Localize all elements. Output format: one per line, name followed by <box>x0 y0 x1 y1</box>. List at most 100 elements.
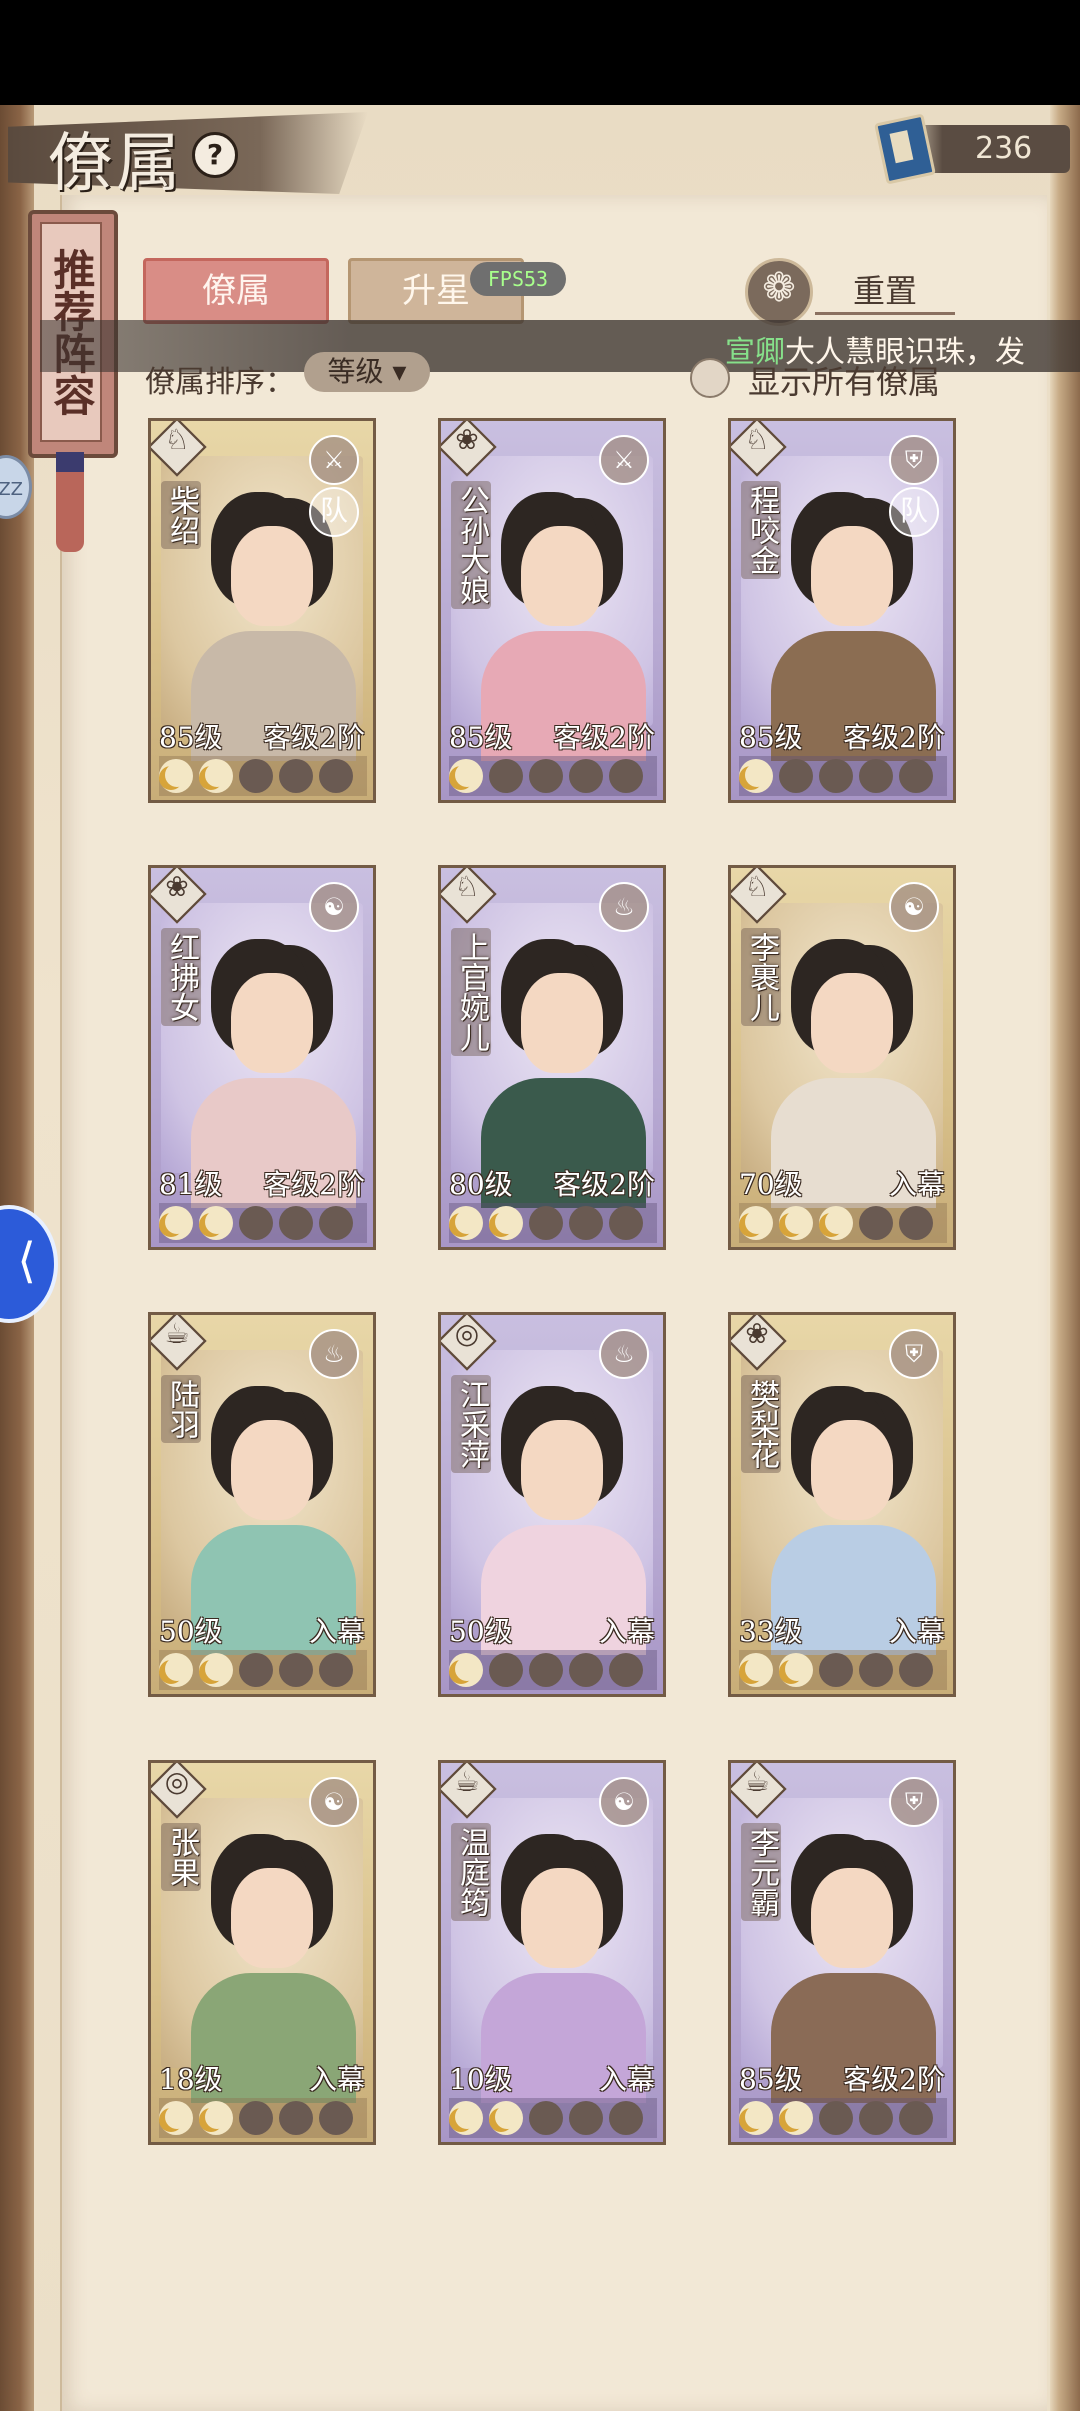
sort-label: 僚属排序： <box>145 365 295 400</box>
moon-star-filled-icon <box>199 1206 233 1240</box>
cauldron-icon: ♨ <box>309 1329 359 1379</box>
yinyang-icon: ☯ <box>309 882 359 932</box>
star-rating <box>449 1650 657 1690</box>
retainer-name: 张果 <box>161 1823 201 1891</box>
portrait-head <box>521 1420 603 1520</box>
show-all-label: 显示所有僚属 <box>748 363 941 401</box>
star-empty-icon <box>899 2101 933 2135</box>
star-empty-icon <box>529 1206 563 1240</box>
retainer-name: 温庭筠 <box>451 1823 491 1921</box>
retainer-card[interactable]: ◎ ☯ 张果 18级 入幕 <box>148 1760 376 2145</box>
moon-star-filled-icon <box>449 1653 483 1687</box>
retainer-level: 80级 <box>449 1168 513 1201</box>
moon-star-filled-icon <box>489 2101 523 2135</box>
retainer-card[interactable]: ♘ ☯ 李裹儿 70级 入幕 <box>728 865 956 1250</box>
retainer-card[interactable]: ☕ ♨ 陆羽 50级 入幕 <box>148 1312 376 1697</box>
moon-star-filled-icon <box>739 1206 773 1240</box>
retainer-name: 柴绍 <box>161 481 201 549</box>
moon-star-filled-icon <box>779 1206 813 1240</box>
retainer-card[interactable]: ♘ ⚔ 队 柴绍 85级 客级2阶 <box>148 418 376 803</box>
portrait-head <box>231 526 313 626</box>
type-glyph: ♘ <box>164 423 190 456</box>
retainer-rank: 入幕 <box>598 1615 655 1648</box>
reset-button[interactable]: 重置 <box>815 266 955 315</box>
moon-star-filled-icon <box>489 1206 523 1240</box>
star-empty-icon <box>319 759 353 793</box>
type-glyph: ◎ <box>454 1317 480 1350</box>
retainer-card[interactable]: ❀ ⚔ 公孙大娘 85级 客级2阶 <box>438 418 666 803</box>
star-empty-icon <box>859 759 893 793</box>
star-empty-icon <box>489 1653 523 1687</box>
type-glyph: ☕ <box>744 1765 770 1798</box>
sword-icon: ⚔ <box>599 435 649 485</box>
tab-retainers[interactable]: 僚属 <box>143 258 329 324</box>
star-rating <box>159 2098 367 2138</box>
retainer-card[interactable]: ♘ ⛨ 队 程咬金 85级 客级2阶 <box>728 418 956 803</box>
moon-star-filled-icon <box>199 759 233 793</box>
star-empty-icon <box>239 759 273 793</box>
sort-dropdown[interactable]: 等级 ▾ <box>304 352 430 392</box>
question-icon[interactable]: ? <box>192 132 238 178</box>
retainer-card[interactable]: ☕ ⛨ 李元霸 85级 客级2阶 <box>728 1760 956 2145</box>
star-empty-icon <box>609 1206 643 1240</box>
retainer-level: 81级 <box>159 1168 223 1201</box>
page-title: 僚属 <box>48 127 184 201</box>
star-rating <box>449 2098 657 2138</box>
retainer-name: 陆羽 <box>161 1375 201 1443</box>
star-empty-icon <box>319 2101 353 2135</box>
moon-star-filled-icon <box>779 2101 813 2135</box>
portrait-head <box>231 1868 313 1968</box>
retainer-level: 18级 <box>159 2063 223 2096</box>
portrait-head <box>811 973 893 1073</box>
retainer-rank: 入幕 <box>888 1615 945 1648</box>
moon-star-filled-icon <box>199 2101 233 2135</box>
retainer-level: 10级 <box>449 2063 513 2096</box>
retainer-level: 50级 <box>159 1615 223 1648</box>
star-empty-icon <box>899 1206 933 1240</box>
retainer-name: 樊梨花 <box>741 1375 781 1473</box>
retainer-rank: 客级2阶 <box>843 2063 945 2096</box>
retainer-rank: 客级2阶 <box>553 1168 655 1201</box>
retainer-rank: 入幕 <box>598 2063 655 2096</box>
star-empty-icon <box>239 1206 273 1240</box>
star-empty-icon <box>569 1653 603 1687</box>
retainer-card[interactable]: ♘ ♨ 上官婉儿 80级 客级2阶 <box>438 865 666 1250</box>
book-edge <box>1050 105 1080 2411</box>
retainer-level: 50级 <box>449 1615 513 1648</box>
retainer-rank: 客级2阶 <box>263 721 365 754</box>
yinyang-icon: ☯ <box>309 1777 359 1827</box>
moon-star-filled-icon <box>159 2101 193 2135</box>
retainer-rank: 客级2阶 <box>263 1168 365 1201</box>
star-empty-icon <box>609 759 643 793</box>
retainer-card[interactable]: ☕ ☯ 温庭筠 10级 入幕 <box>438 1760 666 2145</box>
star-empty-icon <box>859 2101 893 2135</box>
star-rating <box>159 756 367 796</box>
retainer-level: 85级 <box>449 721 513 754</box>
type-glyph: ♘ <box>744 423 770 456</box>
star-empty-icon <box>279 1653 313 1687</box>
retainer-rank: 客级2阶 <box>843 721 945 754</box>
star-empty-icon <box>779 759 813 793</box>
tassel-decoration <box>56 452 84 552</box>
retainer-card[interactable]: ◎ ♨ 江采萍 50级 入幕 <box>438 1312 666 1697</box>
star-empty-icon <box>239 2101 273 2135</box>
sword-icon: ⚔ <box>309 435 359 485</box>
show-all-checkbox[interactable] <box>690 358 730 398</box>
moon-star-filled-icon <box>159 759 193 793</box>
star-empty-icon <box>819 1653 853 1687</box>
retainer-card[interactable]: ❀ ☯ 红拂女 81级 客级2阶 <box>148 865 376 1250</box>
moon-star-filled-icon <box>159 1206 193 1240</box>
star-empty-icon <box>279 1206 313 1240</box>
star-empty-icon <box>819 759 853 793</box>
game-screen: 僚属 ? 236 推荐阵容 ZZ 僚属 升星 FPS53 重置 宣卿 大人慧眼识… <box>0 0 1080 2411</box>
retainer-card[interactable]: ❀ ⛨ 樊梨花 33级 入幕 <box>728 1312 956 1697</box>
type-glyph: ☕ <box>164 1317 190 1350</box>
status-bar-area <box>0 0 1080 105</box>
type-glyph: ♘ <box>454 870 480 903</box>
star-empty-icon <box>529 1653 563 1687</box>
moon-star-filled-icon <box>739 2101 773 2135</box>
reset-icon[interactable] <box>745 258 813 326</box>
currency-value: 236 <box>975 131 1033 166</box>
retainer-name: 江采萍 <box>451 1375 491 1473</box>
moon-star-filled-icon <box>449 1206 483 1240</box>
